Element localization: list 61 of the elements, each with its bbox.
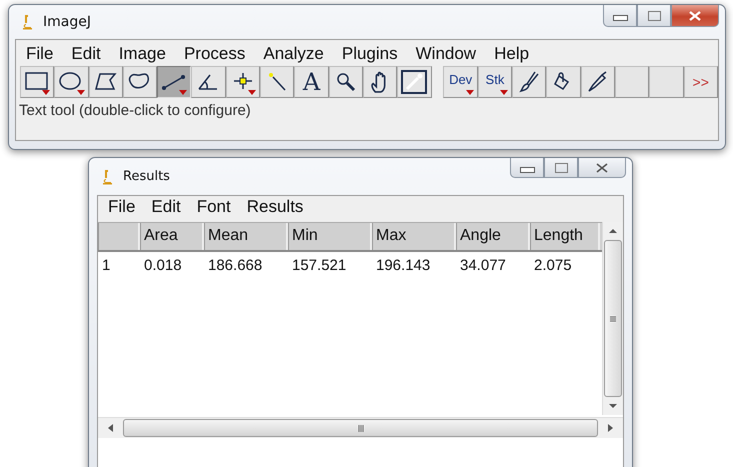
line-tool-button[interactable] <box>157 66 192 98</box>
maximize-button[interactable] <box>544 158 578 178</box>
more-tools-button[interactable]: >> <box>684 66 718 98</box>
microscope-icon <box>21 14 33 30</box>
point-tool-button[interactable] <box>226 66 260 98</box>
magnifier-tool-button[interactable] <box>328 66 363 98</box>
tool-button[interactable]: Dev <box>443 66 478 98</box>
dropper-tool-button[interactable] <box>397 66 432 98</box>
menu-item[interactable]: Process <box>184 44 246 66</box>
minimize-button[interactable] <box>603 5 637 27</box>
close-button[interactable] <box>671 5 719 27</box>
menu-item[interactable]: Window <box>416 44 476 66</box>
rectangle-tool-button[interactable] <box>20 66 54 98</box>
minimize-button[interactable] <box>510 158 544 178</box>
polygon-tool-button[interactable] <box>88 66 123 98</box>
tool-button[interactable]: A <box>294 66 329 98</box>
column-header[interactable]: Length <box>530 223 600 250</box>
table-cell-text: 1 <box>101 256 112 276</box>
status-text: Text tool (double-click to configure) <box>18 101 252 119</box>
table-cell-text: 0.018 <box>143 256 183 276</box>
vertical-scrollbar[interactable] <box>602 222 623 415</box>
close-button[interactable] <box>578 158 626 178</box>
column-header[interactable]: Min <box>288 223 372 250</box>
menu-item[interactable]: File <box>26 44 54 66</box>
table-cell-text: 186.668 <box>207 256 264 276</box>
table-cell-text: 34.077 <box>459 256 507 276</box>
hand-tool-button[interactable] <box>362 66 398 98</box>
brush-tool-button[interactable] <box>512 66 546 98</box>
close-icon <box>596 162 608 172</box>
freehand-tool-button[interactable] <box>122 66 158 98</box>
table-cell-text: 196.143 <box>375 256 432 276</box>
pen-tool-button[interactable] <box>580 66 615 98</box>
window-title: ImageJ <box>43 14 91 30</box>
horizontal-scrollbar[interactable] <box>98 417 623 438</box>
column-header[interactable]: Mean <box>204 223 288 250</box>
menu-item[interactable]: Results <box>246 197 304 222</box>
bucket-tool-button[interactable] <box>546 66 581 98</box>
wand-tool-button[interactable] <box>260 66 294 98</box>
menu-item[interactable]: Image <box>118 44 166 66</box>
angle-tool-button[interactable] <box>191 66 226 98</box>
menu-item[interactable]: Plugins <box>342 44 398 66</box>
dropper-icon <box>401 70 428 94</box>
microscope-icon <box>101 168 113 184</box>
table-cell-text: 157.521 <box>291 256 348 276</box>
menu-item[interactable]: Help <box>494 44 530 66</box>
column-header[interactable]: Max <box>372 223 456 250</box>
column-header[interactable]: Angle <box>456 223 530 250</box>
column-header[interactable]: Area <box>140 223 204 250</box>
menu-item[interactable]: File <box>108 197 136 222</box>
close-icon <box>689 10 701 20</box>
maximize-button[interactable] <box>637 5 671 27</box>
window-title: Results <box>123 169 170 184</box>
table-cell-text: 2.075 <box>533 256 573 276</box>
grip-icon <box>358 424 364 432</box>
menu-item[interactable]: Edit <box>151 197 181 222</box>
grip-icon <box>610 316 616 322</box>
oval-tool-button[interactable] <box>54 66 89 98</box>
tool-button[interactable]: Stk <box>478 66 512 98</box>
menu-item[interactable]: Edit <box>71 44 101 66</box>
menu-item[interactable]: Font <box>196 197 231 222</box>
menu-item[interactable]: Analyze <box>263 44 324 66</box>
